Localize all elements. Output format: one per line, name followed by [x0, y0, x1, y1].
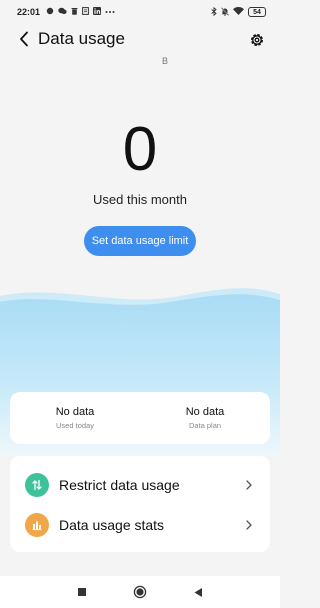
gear-icon [251, 34, 263, 46]
usage-display: 0 [0, 116, 280, 184]
message-icon [58, 7, 67, 17]
nav-back-button[interactable] [189, 584, 207, 600]
usage-caption: Used this month [93, 192, 187, 207]
usage-unit: B [162, 56, 169, 66]
status-bar-right: 54 [211, 6, 266, 18]
recent-apps-button[interactable] [73, 584, 91, 600]
summary-used-today-value: No data [55, 406, 95, 418]
system-nav-bar [0, 576, 280, 608]
chevron-right-icon [244, 479, 254, 491]
summary-data-plan-label: Data plan [188, 421, 222, 430]
more-dots-icon [105, 8, 115, 16]
app-header: Data usage [0, 26, 280, 54]
clipboard-icon [82, 7, 89, 17]
usage-summary-card: No data Used today No data Data plan [10, 392, 270, 444]
summary-used-today-label: Used today [56, 421, 94, 430]
set-data-limit-button[interactable]: Set data usage limit [84, 226, 196, 256]
trash-icon [71, 7, 78, 17]
summary-used-today: No data Used today [10, 392, 140, 444]
triangle-back-icon [194, 587, 202, 597]
status-time: 22:01 [17, 7, 41, 17]
mute-icon [220, 6, 230, 18]
summary-data-plan-value: No data [185, 406, 225, 418]
settings-button[interactable] [246, 29, 268, 51]
bluetooth-icon [211, 6, 217, 18]
chat-bubble-icon [46, 7, 54, 17]
restrict-data-usage-label: Restrict data usage [59, 477, 180, 493]
summary-data-plan[interactable]: No data Data plan [140, 392, 270, 444]
restrict-data-usage-item[interactable]: Restrict data usage [10, 465, 270, 505]
battery-level: 54 [253, 8, 261, 16]
data-usage-stats-label: Data usage stats [59, 517, 165, 533]
home-circle-icon [133, 585, 147, 599]
status-bar: 22:01 54 [0, 0, 280, 24]
data-usage-stats-item[interactable]: Data usage stats [10, 505, 270, 545]
page-title: Data usage [38, 29, 125, 48]
linkedin-icon [93, 7, 102, 17]
back-arrow-icon [20, 31, 28, 47]
chevron-right-icon [244, 519, 254, 531]
wifi-icon [233, 7, 244, 17]
usage-value: 0 [122, 115, 158, 184]
actions-card: Restrict data usage Data usage stats [10, 456, 270, 552]
square-icon [78, 588, 86, 596]
bar-chart-icon [25, 513, 49, 537]
status-bar-left: 22:01 [17, 7, 115, 17]
battery-indicator: 54 [248, 7, 266, 17]
back-button[interactable] [14, 28, 34, 50]
restrict-arrows-icon [25, 473, 49, 497]
home-button[interactable] [131, 584, 149, 600]
